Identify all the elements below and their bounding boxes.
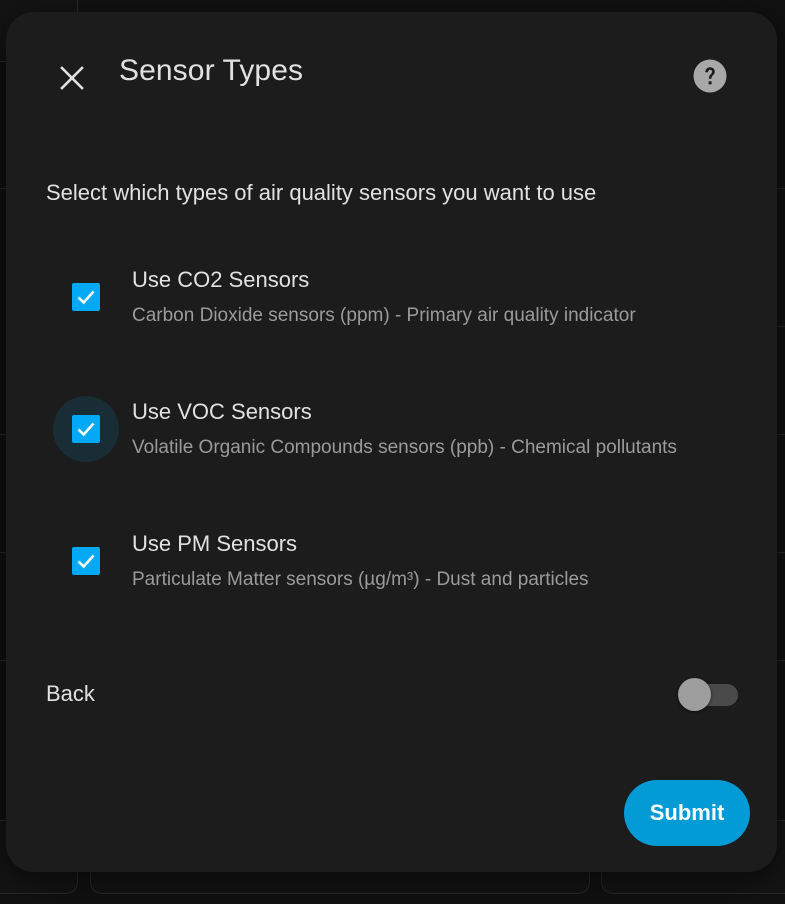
dialog-description: Select which types of air quality sensor… — [46, 180, 597, 205]
toggle-thumb[interactable] — [678, 678, 711, 711]
sensor-types-dialog: Sensor Types Select which types of air q… — [6, 12, 777, 872]
submit-button[interactable]: Submit — [624, 780, 750, 846]
help-circle-icon — [693, 59, 727, 93]
check-icon — [77, 422, 95, 437]
check-icon — [77, 554, 95, 569]
check-icon — [77, 290, 95, 305]
pm-checkbox[interactable] — [53, 528, 119, 594]
close-icon — [60, 66, 84, 90]
checkbox-box — [72, 415, 100, 443]
dialog-title: Sensor Types — [119, 54, 304, 87]
checkbox-box — [72, 283, 100, 311]
option-pm-sensors: Use PM Sensors Particulate Matter sensor… — [46, 518, 746, 608]
option-co2-sensors: Use CO2 Sensors Carbon Dioxide sensors (… — [46, 254, 746, 344]
back-toggle[interactable] — [678, 678, 738, 712]
option-sublabel: Particulate Matter sensors (µg/m³) - Dus… — [132, 569, 589, 590]
back-label: Back — [46, 681, 95, 706]
option-sublabel: Carbon Dioxide sensors (ppm) - Primary a… — [132, 305, 636, 326]
voc-checkbox[interactable] — [53, 396, 119, 462]
option-label: Use VOC Sensors — [132, 399, 312, 424]
option-sublabel: Volatile Organic Compounds sensors (ppb)… — [132, 437, 677, 458]
co2-checkbox[interactable] — [53, 264, 119, 330]
checkbox-box — [72, 547, 100, 575]
option-voc-sensors: Use VOC Sensors Volatile Organic Compoun… — [46, 386, 746, 476]
option-label: Use CO2 Sensors — [132, 267, 310, 292]
option-label: Use PM Sensors — [132, 531, 298, 556]
help-button[interactable] — [693, 59, 727, 93]
close-button[interactable] — [50, 56, 94, 100]
